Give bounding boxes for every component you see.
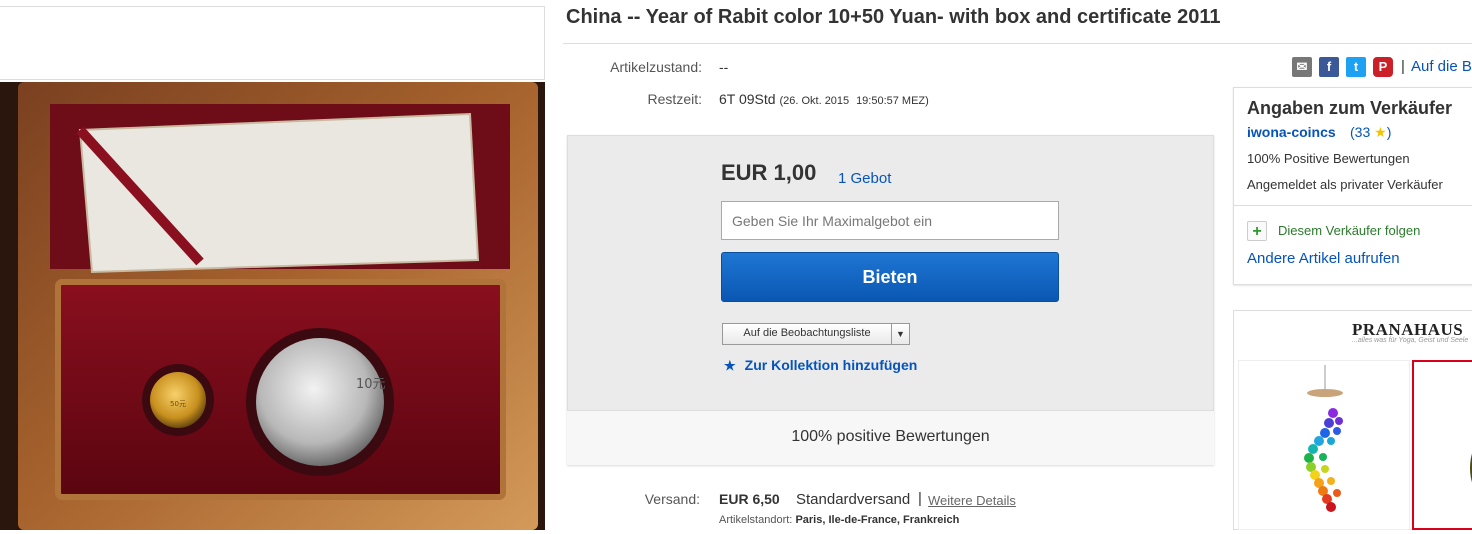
star-icon: ★ (1374, 124, 1387, 140)
seller-score[interactable]: (33 ★) (1350, 124, 1391, 141)
end-time: 19:50:57 MEZ) (856, 95, 929, 107)
seller-score-value[interactable]: (33 (1350, 124, 1370, 140)
star-icon: ★ (724, 358, 736, 373)
time-left-label: Restzeit: (647, 91, 702, 107)
seller-private-status: Angemeldet als privater Verkäufer (1247, 177, 1443, 192)
coin-large-label: 10元 (356, 377, 386, 392)
seller-divider (1234, 205, 1472, 206)
shipping-price: EUR 6,50 (719, 491, 780, 507)
image-thumbnail-strip (0, 6, 545, 80)
pinterest-icon[interactable]: P (1373, 57, 1393, 77)
add-to-collection-link[interactable]: ★ Zur Kollektion hinzufügen (724, 357, 917, 374)
share-separator: | (1401, 58, 1405, 75)
item-location-value: Paris, Ile-de-France, Frankreich (795, 514, 960, 526)
facebook-icon[interactable]: f (1319, 57, 1339, 77)
condition-value: -- (719, 59, 729, 75)
chevron-down-icon[interactable]: ▼ (892, 324, 909, 344)
item-location-label: Artikelstandort: (719, 514, 793, 526)
bid-count-link[interactable]: 1 Gebot (838, 170, 891, 187)
product-photo-svg: 10元 50元 (0, 82, 545, 530)
ad-product-wind-chime[interactable] (1238, 360, 1410, 530)
seller-name-link[interactable]: iwona-coincs (1247, 124, 1336, 140)
watchlist-share-link[interactable]: Auf die B (1411, 58, 1472, 75)
ad-tagline: ...alles was für Yoga, Geist und Seele (1352, 337, 1469, 344)
listing-title: China -- Year of Rabit color 10+50 Yuan-… (566, 6, 1221, 28)
shipping-separator: | (918, 490, 922, 507)
twitter-icon[interactable]: t (1346, 57, 1366, 77)
other-items-link[interactable]: Andere Artikel aufrufen (1247, 250, 1400, 267)
current-price: EUR 1,00 (721, 160, 817, 185)
add-to-collection-label[interactable]: Zur Kollektion hinzufügen (745, 357, 918, 373)
coin-small-label: 50元 (170, 400, 186, 408)
title-divider (563, 43, 1472, 44)
item-location: Artikelstandort: Paris, Ile-de-France, F… (719, 514, 959, 526)
plus-icon[interactable]: + (1247, 221, 1267, 241)
max-bid-input[interactable] (721, 201, 1059, 240)
condition-label: Artikelzustand: (610, 59, 702, 75)
end-date: (26. Okt. 2015 (779, 95, 850, 107)
ad-product-second[interactable] (1412, 360, 1472, 530)
watchlist-label[interactable]: Auf die Beobachtungsliste (723, 324, 892, 344)
shipping-details-link[interactable]: Weitere Details (928, 493, 1016, 508)
product-photo[interactable]: 10元 50元 (0, 82, 545, 530)
positive-feedback-text: 100% positive Bewertungen (791, 428, 990, 445)
shipping-label: Versand: (644, 491, 700, 507)
follow-seller-link[interactable]: Diesem Verkäufer folgen (1278, 223, 1420, 238)
watchlist-button[interactable]: Auf die Beobachtungsliste ▼ (722, 323, 910, 345)
shipping-type: Standardversand (796, 491, 911, 508)
seller-positive-feedback: 100% Positive Bewertungen (1247, 151, 1410, 166)
bid-button[interactable]: Bieten (721, 252, 1059, 302)
wind-chime-image (1304, 365, 1343, 512)
seller-score-close: ) (1386, 124, 1392, 140)
time-left-value: 6T 09Std (26. Okt. 2015 19:50:57 MEZ) (719, 91, 929, 107)
email-icon[interactable]: ✉ (1292, 57, 1312, 77)
ad-product-second-image (1470, 453, 1472, 483)
seller-info-title: Angaben zum Verkäufer (1247, 98, 1453, 118)
time-left-duration: 6T 09Std (719, 91, 776, 107)
